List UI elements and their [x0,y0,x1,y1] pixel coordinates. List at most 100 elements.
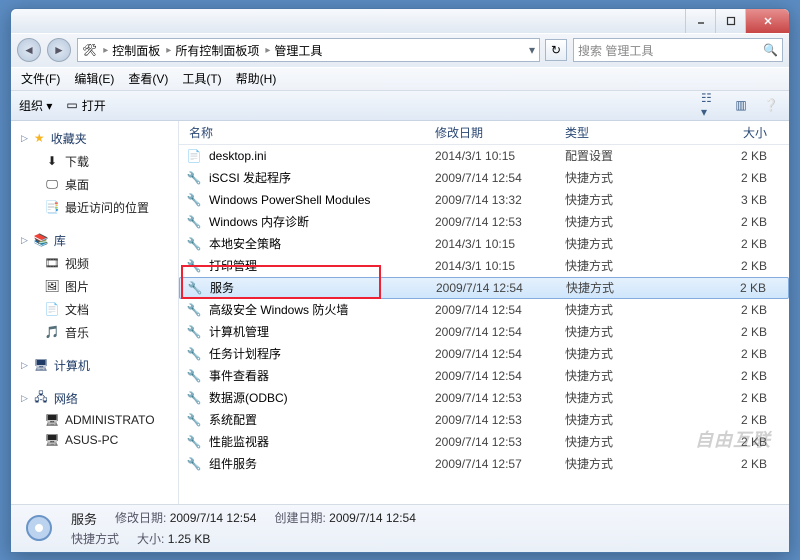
search-input[interactable]: 搜索 管理工具 🔍 [573,38,783,62]
menu-tools[interactable]: 工具(T) [182,70,221,87]
file-row[interactable]: 🔧事件查看器2009/7/14 12:54快捷方式2 KB [179,365,789,387]
column-size[interactable]: 大小 [705,124,789,141]
preview-pane-button[interactable]: ▥ [731,95,751,115]
column-headers: 名称 修改日期 类型 大小 [179,121,789,145]
menu-edit[interactable]: 编辑(E) [74,70,114,87]
column-name[interactable]: 名称 [185,124,435,141]
file-row[interactable]: 🔧数据源(ODBC)2009/7/14 12:53快捷方式2 KB [179,387,789,409]
help-button[interactable]: ❔ [761,95,781,115]
file-icon: 🔧 [185,367,203,385]
body: ▷★收藏夹 ⬇下载🖵桌面📑最近访问的位置 ▷📚库 🎞视频🖼图片📄文档🎵音乐 ▷🖥… [11,121,789,504]
file-row[interactable]: 🔧iSCSI 发起程序2009/7/14 12:54快捷方式2 KB [179,167,789,189]
sidebar-computer[interactable]: ▷🖥计算机 [15,354,174,377]
recent-icon: 📑 [45,200,59,214]
file-icon: 🔧 [185,455,203,473]
sidebar-item[interactable]: 🖼图片 [15,275,174,298]
breadcrumb-item: ▸管理工具 [263,42,322,59]
refresh-button[interactable]: ↻ [545,39,567,61]
video-icon: 🎞 [45,256,59,270]
file-icon: 🔧 [185,257,203,275]
file-icon: 🔧 [185,411,203,429]
view-mode-button[interactable]: ☷ ▾ [701,95,721,115]
sidebar-item[interactable]: 🖵桌面 [15,173,174,196]
file-icon: 🔧 [185,213,203,231]
sidebar-item[interactable]: 🖥ADMINISTRATO [15,410,174,430]
sidebar: ▷★收藏夹 ⬇下载🖵桌面📑最近访问的位置 ▷📚库 🎞视频🖼图片📄文档🎵音乐 ▷🖥… [11,121,179,504]
column-modified[interactable]: 修改日期 [435,124,565,141]
pc-icon: 🖥 [45,433,59,447]
picture-icon: 🖼 [45,279,59,293]
forward-button[interactable]: ► [47,38,71,62]
file-row[interactable]: 🔧本地安全策略2014/3/1 10:15快捷方式2 KB [179,233,789,255]
file-row[interactable]: 🔧计算机管理2009/7/14 12:54快捷方式2 KB [179,321,789,343]
column-type[interactable]: 类型 [565,124,705,141]
library-icon: 📚 [34,233,48,247]
minimize-button[interactable] [685,9,715,33]
file-icon: 🔧 [185,235,203,253]
file-row[interactable]: 🔧服务2009/7/14 12:54快捷方式2 KB [179,277,789,299]
open-button[interactable]: ▭打开 [66,97,105,114]
file-row[interactable]: 🔧Windows 内存诊断2009/7/14 12:53快捷方式2 KB [179,211,789,233]
menu-file[interactable]: 文件(F) [21,70,60,87]
file-row[interactable]: 🔧组件服务2009/7/14 12:57快捷方式2 KB [179,453,789,475]
file-list-pane: 名称 修改日期 类型 大小 📄desktop.ini2014/3/1 10:15… [179,121,789,504]
file-icon: 🔧 [185,389,203,407]
sidebar-libraries[interactable]: ▷📚库 [15,229,174,252]
address-bar: ◄ ► 🛠 ▸控制面板 ▸所有控制面板项 ▸管理工具 ▾ ↻ 搜索 管理工具 🔍 [11,33,789,67]
file-row[interactable]: 🔧Windows PowerShell Modules2009/7/14 13:… [179,189,789,211]
sidebar-item[interactable]: 📑最近访问的位置 [15,196,174,219]
maximize-button[interactable] [715,9,745,33]
cpanel-icon: 🛠 [82,43,97,57]
open-icon: ▭ [66,98,77,112]
file-icon: 🔧 [185,433,203,451]
sidebar-item[interactable]: 📄文档 [15,298,174,321]
star-icon: ★ [34,131,45,145]
file-row[interactable]: 🔧性能监视器2009/7/14 12:53快捷方式2 KB [179,431,789,453]
file-row[interactable]: 🔧打印管理2014/3/1 10:15快捷方式2 KB [179,255,789,277]
file-row[interactable]: 🔧任务计划程序2009/7/14 12:54快捷方式2 KB [179,343,789,365]
breadcrumb-item: ▸所有控制面板项 [164,42,259,59]
network-icon: 🖧 [34,391,48,405]
organize-button[interactable]: 组织 ▾ [19,97,52,114]
sidebar-favorites[interactable]: ▷★收藏夹 [15,127,174,150]
sidebar-network[interactable]: ▷🖧网络 [15,387,174,410]
menu-view[interactable]: 查看(V) [128,70,168,87]
status-title: 服务 [71,509,97,528]
file-row[interactable]: 🔧系统配置2009/7/14 12:53快捷方式2 KB [179,409,789,431]
menu-help[interactable]: 帮助(H) [236,70,277,87]
file-row[interactable]: 📄desktop.ini2014/3/1 10:15配置设置2 KB [179,145,789,167]
breadcrumb-box[interactable]: 🛠 ▸控制面板 ▸所有控制面板项 ▸管理工具 ▾ [77,38,540,62]
computer-icon: 🖥 [34,358,48,372]
menu-bar: 文件(F) 编辑(E) 查看(V) 工具(T) 帮助(H) [11,67,789,91]
status-gear-icon [21,510,57,546]
status-type: 快捷方式 [71,530,119,547]
file-icon: 📄 [185,147,203,165]
pc-icon: 🖥 [45,413,59,427]
file-icon: 🔧 [185,301,203,319]
music-icon: 🎵 [45,325,59,339]
search-placeholder: 搜索 管理工具 [578,42,653,59]
download-icon: ⬇ [45,154,59,168]
status-bar: 服务 修改日期: 2009/7/14 12:54 创建日期: 2009/7/14… [11,504,789,552]
file-rows: 📄desktop.ini2014/3/1 10:15配置设置2 KB🔧iSCSI… [179,145,789,475]
sidebar-item[interactable]: ⬇下载 [15,150,174,173]
desktop-icon: 🖵 [45,177,59,191]
file-icon: 🔧 [186,279,204,297]
file-icon: 🔧 [185,169,203,187]
explorer-window: ◄ ► 🛠 ▸控制面板 ▸所有控制面板项 ▸管理工具 ▾ ↻ 搜索 管理工具 🔍… [10,8,790,553]
file-icon: 🔧 [185,345,203,363]
file-icon: 🔧 [185,323,203,341]
sidebar-item[interactable]: 🎞视频 [15,252,174,275]
back-button[interactable]: ◄ [17,38,41,62]
close-button[interactable] [745,9,789,33]
file-row[interactable]: 🔧高级安全 Windows 防火墙2009/7/14 12:54快捷方式2 KB [179,299,789,321]
sidebar-item[interactable]: 🎵音乐 [15,321,174,344]
dropdown-icon[interactable]: ▾ [529,43,535,57]
titlebar [11,9,789,33]
sidebar-item[interactable]: 🖥ASUS-PC [15,430,174,450]
document-icon: 📄 [45,302,59,316]
breadcrumb-item: ▸控制面板 [101,42,160,59]
toolbar: 组织 ▾ ▭打开 ☷ ▾ ▥ ❔ [11,91,789,121]
search-icon: 🔍 [763,43,778,57]
file-icon: 🔧 [185,191,203,209]
